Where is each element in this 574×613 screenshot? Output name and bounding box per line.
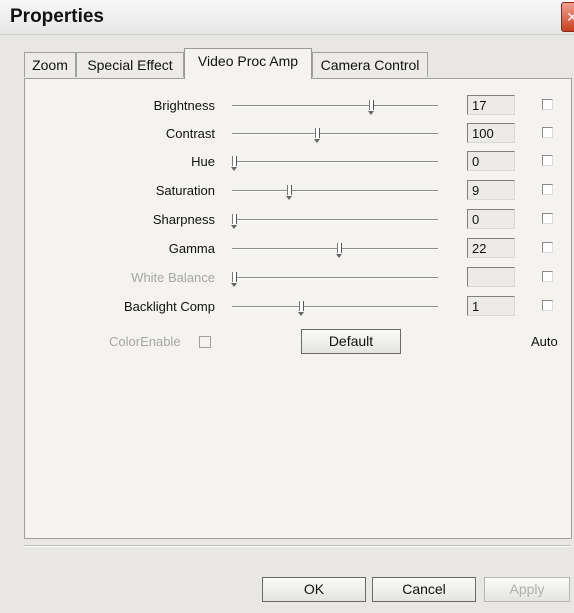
default-button[interactable]: Default bbox=[301, 329, 401, 354]
contrast-value-field[interactable]: 100 bbox=[467, 123, 515, 143]
gamma-auto-checkbox[interactable] bbox=[542, 242, 553, 253]
brightness-value-field[interactable]: 17 bbox=[467, 95, 515, 115]
white-balance-label: White Balance bbox=[131, 270, 215, 285]
tab-zoom[interactable]: Zoom bbox=[24, 52, 76, 77]
backlight-comp-row: Backlight Comp 1 bbox=[25, 294, 571, 320]
properties-dialog: Properties ✕ Zoom Special Effect Video P… bbox=[0, 0, 574, 613]
saturation-slider[interactable] bbox=[232, 185, 438, 200]
tab-camera-control[interactable]: Camera Control bbox=[312, 52, 428, 77]
brightness-slider-thumb[interactable] bbox=[368, 100, 374, 115]
brightness-slider[interactable] bbox=[232, 100, 438, 115]
sharpness-slider[interactable] bbox=[231, 214, 438, 229]
white-balance-auto-checkbox[interactable] bbox=[542, 271, 553, 282]
hue-value-field[interactable]: 0 bbox=[467, 151, 515, 171]
hue-slider-thumb[interactable] bbox=[231, 156, 237, 171]
dialog-title: Properties bbox=[10, 6, 104, 27]
hue-label: Hue bbox=[191, 154, 215, 169]
white-balance-value-field[interactable] bbox=[467, 267, 515, 287]
saturation-auto-checkbox[interactable] bbox=[542, 184, 553, 195]
sharpness-label: Sharpness bbox=[152, 212, 215, 227]
hue-auto-checkbox[interactable] bbox=[542, 155, 553, 166]
gamma-label: Gamma bbox=[168, 241, 215, 256]
backlight-comp-value-field[interactable]: 1 bbox=[467, 296, 515, 316]
tab-video-proc-amp[interactable]: Video Proc Amp bbox=[184, 48, 312, 79]
gamma-value-field[interactable]: 22 bbox=[467, 238, 515, 258]
white-balance-slider-thumb[interactable] bbox=[231, 272, 237, 287]
contrast-slider-thumb[interactable] bbox=[314, 128, 320, 143]
white-balance-row: White Balance bbox=[25, 265, 571, 291]
brightness-auto-checkbox[interactable] bbox=[542, 99, 553, 110]
saturation-slider-thumb[interactable] bbox=[286, 185, 292, 200]
cancel-button[interactable]: Cancel bbox=[372, 577, 476, 602]
hue-row: Hue 0 bbox=[25, 149, 571, 175]
contrast-slider[interactable] bbox=[232, 128, 438, 143]
close-button[interactable]: ✕ bbox=[561, 2, 574, 32]
backlight-comp-slider[interactable] bbox=[232, 301, 438, 316]
sharpness-row: Sharpness 0 bbox=[25, 207, 571, 233]
video-proc-amp-panel: Brightness 17 Contrast 100 Hue 0 Saturat… bbox=[24, 78, 572, 539]
saturation-label: Saturation bbox=[155, 183, 215, 198]
title-bar: Properties ✕ bbox=[0, 0, 574, 35]
tab-special-effect[interactable]: Special Effect bbox=[76, 52, 184, 77]
footer-divider bbox=[24, 545, 570, 547]
saturation-value-field[interactable]: 9 bbox=[467, 180, 515, 200]
auto-column-label: Auto bbox=[531, 334, 558, 349]
gamma-slider[interactable] bbox=[232, 243, 438, 258]
color-enable-checkbox[interactable] bbox=[199, 336, 211, 348]
backlight-comp-slider-thumb[interactable] bbox=[298, 301, 304, 316]
white-balance-slider[interactable] bbox=[231, 272, 438, 287]
sharpness-slider-thumb[interactable] bbox=[231, 214, 237, 229]
contrast-auto-checkbox[interactable] bbox=[542, 127, 553, 138]
contrast-label: Contrast bbox=[165, 126, 215, 141]
brightness-row: Brightness 17 bbox=[25, 93, 571, 119]
gamma-slider-thumb[interactable] bbox=[336, 243, 342, 258]
backlight-comp-auto-checkbox[interactable] bbox=[542, 300, 553, 311]
saturation-row: Saturation 9 bbox=[25, 178, 571, 204]
color-enable-label: ColorEnable bbox=[109, 334, 181, 349]
ok-button[interactable]: OK bbox=[262, 577, 366, 602]
contrast-row: Contrast 100 bbox=[25, 121, 571, 147]
sharpness-value-field[interactable]: 0 bbox=[467, 209, 515, 229]
brightness-label: Brightness bbox=[153, 98, 215, 113]
backlight-comp-label: Backlight Comp bbox=[123, 299, 215, 314]
gamma-row: Gamma 22 bbox=[25, 236, 571, 262]
sharpness-auto-checkbox[interactable] bbox=[542, 213, 553, 224]
hue-slider[interactable] bbox=[231, 156, 438, 171]
apply-button[interactable]: Apply bbox=[484, 577, 570, 602]
